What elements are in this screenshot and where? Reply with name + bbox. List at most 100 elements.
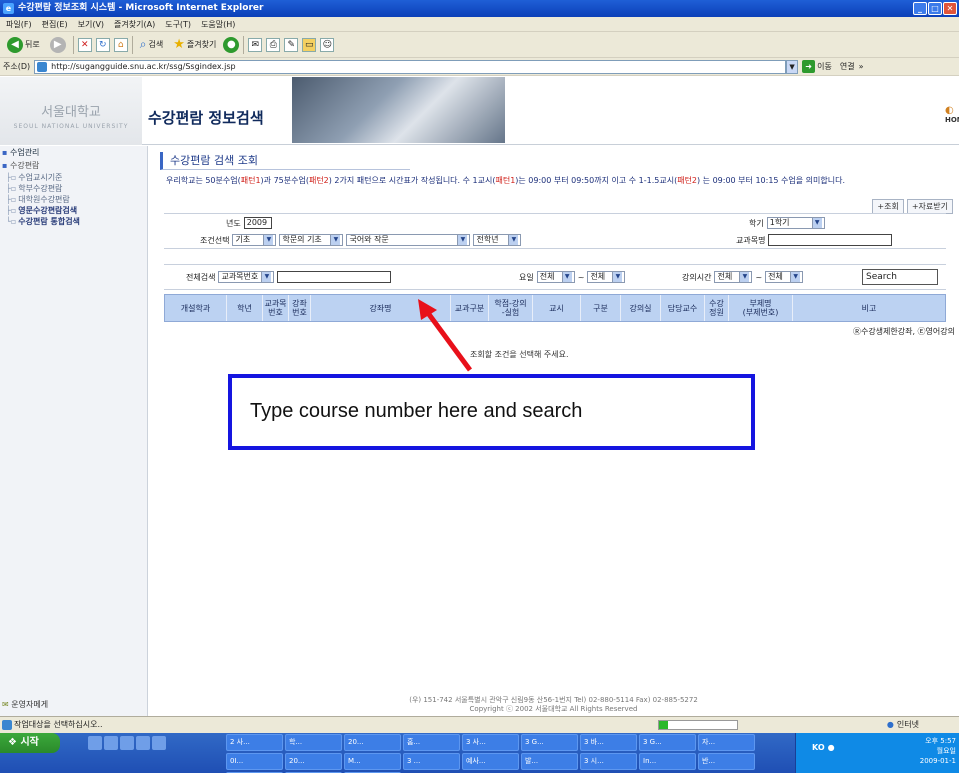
quicklaunch-icon[interactable] xyxy=(136,736,150,750)
sidebar-head-class-management[interactable]: ▪ 수업관리 xyxy=(0,146,147,159)
menu-help[interactable]: 도움말(H) xyxy=(201,17,235,31)
address-input[interactable]: http://sugangguide.snu.ac.kr/ssg/Ssginde… xyxy=(34,59,787,74)
condition-select-1[interactable]: 기초 ▼ xyxy=(232,234,277,246)
close-button[interactable]: ✕ xyxy=(943,2,957,15)
condition-label: 조건선택 xyxy=(200,235,230,245)
forward-button[interactable]: ▶ xyxy=(47,35,69,55)
taskbar-task-button[interactable]: 3 시... xyxy=(580,753,637,770)
taskbar-task-button[interactable]: 예사... xyxy=(462,753,519,770)
maximize-button[interactable]: □ xyxy=(928,2,942,15)
clock[interactable]: 오후 5:57 월요일 2009-01-1 xyxy=(920,736,956,766)
day-select-from[interactable]: 전체 ▼ xyxy=(536,271,575,283)
taskbar-task-button[interactable]: 발... xyxy=(521,753,578,770)
search-field-select[interactable]: 교과목번호 ▼ xyxy=(218,271,275,283)
query-button[interactable]: +조회 xyxy=(872,199,904,214)
quick-launch xyxy=(88,736,166,750)
chevron-right-icon[interactable]: » xyxy=(859,62,864,71)
address-dropdown-icon[interactable]: ▼ xyxy=(786,59,799,74)
progress-bar xyxy=(658,720,738,730)
stop-icon[interactable]: ✕ xyxy=(77,37,92,52)
day-row: 요일 전체 ▼ ~ 전체 ▼ xyxy=(519,271,626,283)
col-room: 강의실 xyxy=(621,295,661,321)
sidebar-item-grad-guide[interactable]: ├▫ 대학원수강편람 xyxy=(0,194,147,205)
print-icon[interactable]: ⎙ xyxy=(266,37,281,52)
quicklaunch-icon[interactable] xyxy=(152,736,166,750)
time-select-from[interactable]: 전체 ▼ xyxy=(714,271,753,283)
forward-arrow-icon: ▶ xyxy=(49,36,66,53)
condition-select-3[interactable]: 국어와 작문 ▼ xyxy=(346,234,471,246)
start-button[interactable]: ❖ 시작 xyxy=(0,733,60,753)
home-icon[interactable]: ⌂ xyxy=(113,37,128,52)
taskbar-task-button[interactable]: M... xyxy=(344,753,401,770)
folder-icon[interactable]: ▭ xyxy=(302,37,317,52)
time-select-to[interactable]: 전체 ▼ xyxy=(765,271,804,283)
footer: (우) 151-742 서울특별시 관악구 신림9동 산56-1번지 Tel) … xyxy=(409,696,698,713)
taskbar-task-button[interactable]: 3 ... xyxy=(403,753,460,770)
taskbar-task-button[interactable]: 3 사... xyxy=(462,734,519,751)
sidebar: ▪ 수업관리 ▪ 수강편람 ├▫ 수업교시기준 ├▫ 학부수강편람 ├▫ 대학원수강편… xyxy=(0,146,148,716)
course-name-input[interactable] xyxy=(768,234,893,246)
condition-select-4[interactable]: 전학년 ▼ xyxy=(473,234,522,246)
download-button[interactable]: +자료받기 xyxy=(906,199,953,214)
menu-edit[interactable]: 편집(E) xyxy=(42,17,68,31)
filter-form: 년도 2009 학기 1학기 ▼ 조건선택 기초 ▼ 학문의 기초 ▼ 국어와 작문 ▼… xyxy=(164,213,946,249)
chevron-down-icon: ▼ xyxy=(811,218,822,228)
menu-tools[interactable]: 도구(T) xyxy=(165,17,191,31)
sidebar-item-undergrad-guide[interactable]: ├▫ 학부수강편람 xyxy=(0,183,147,194)
sidebar-item-english-guide-search[interactable]: ├▫ 영문수강편람검색 xyxy=(0,205,147,216)
quicklaunch-icon[interactable] xyxy=(104,736,118,750)
messenger-icon[interactable]: ☺ xyxy=(320,37,335,52)
links-button[interactable]: 연결 xyxy=(840,61,855,72)
menu-favorites[interactable]: 즐겨찾기(A) xyxy=(114,17,155,31)
sidebar-head-course-guide[interactable]: ▪ 수강편람 xyxy=(0,159,147,172)
sidebar-item-period-standard[interactable]: ├▫ 수업교시기준 xyxy=(0,172,147,183)
quicklaunch-icon[interactable] xyxy=(88,736,102,750)
toolbar-separator xyxy=(131,35,133,54)
taskbar-task-button[interactable]: 2 사... xyxy=(226,734,283,751)
taskbar-task-button[interactable]: 학... xyxy=(285,734,342,751)
edit-icon[interactable]: ✎ xyxy=(284,37,299,52)
admin-message-link[interactable]: ✉ 운영자메게 xyxy=(2,699,48,710)
back-button[interactable]: ◀ 뒤로 xyxy=(4,35,43,55)
day-select-to[interactable]: 전체 ▼ xyxy=(587,271,626,283)
home-link[interactable]: ◐ HOM xyxy=(945,105,959,124)
search-button[interactable]: Search xyxy=(862,269,938,285)
taskbar-task-button[interactable]: 3 G... xyxy=(639,734,696,751)
search-button[interactable]: ⌕ 검색 xyxy=(137,35,166,55)
search-input[interactable] xyxy=(277,271,392,283)
favorites-button[interactable]: ★ 즐겨찾기 xyxy=(170,35,219,55)
taskbar-task-button[interactable]: 반... xyxy=(698,753,755,770)
menu-file[interactable]: 파일(F) xyxy=(6,17,32,31)
result-table-header: 개설학과 학년 교과목 번호 강좌 번호 강좌명 교과구분 학점-강의 -실험 … xyxy=(164,294,946,322)
minimize-button[interactable]: _ xyxy=(913,2,927,15)
media-icon[interactable]: ● xyxy=(223,36,240,53)
mail-icon[interactable]: ✉ xyxy=(248,37,263,52)
col-course-name: 강좌명 xyxy=(311,295,451,321)
empty-message: 조회할 조건을 선택해 주세요. xyxy=(470,350,569,359)
quicklaunch-icon[interactable] xyxy=(120,736,134,750)
notice-text: 우리학교는 50분수업(패턴1)과 75분수업(패턴2) 2가지 패턴으로 시간… xyxy=(166,176,846,185)
language-bar[interactable]: KO ● xyxy=(812,743,835,752)
taskbar-task-button[interactable]: 3 바... xyxy=(580,734,637,751)
taskbar-task-button[interactable]: 20... xyxy=(344,734,401,751)
menu-bar: 파일(F) 편집(E) 보기(V) 즐겨찾기(A) 도구(T) 도움말(H) xyxy=(0,17,959,32)
sidebar-item-integrated-search[interactable]: └▫ 수강편람 통합검색 xyxy=(0,216,147,227)
toolbar-separator xyxy=(72,35,74,54)
col-department: 개설학과 xyxy=(165,295,227,321)
taskbar-task-button[interactable]: 0I... xyxy=(226,753,283,770)
university-logo[interactable]: 서울대학교 SEOUL NATIONAL UNIVERSITY xyxy=(0,77,142,145)
taskbar-task-button[interactable]: 20... xyxy=(285,753,342,770)
semester-select[interactable]: 1학기 ▼ xyxy=(766,217,825,229)
address-bar: 주소(D) http://sugangguide.snu.ac.kr/ssg/S… xyxy=(0,58,959,76)
taskbar-task-button[interactable]: In... xyxy=(639,753,696,770)
menu-view[interactable]: 보기(V) xyxy=(78,17,104,31)
taskbar-task-button[interactable]: 자... xyxy=(698,734,755,751)
address-label: 주소(D) xyxy=(3,62,31,71)
refresh-icon[interactable]: ↻ xyxy=(95,37,110,52)
taskbar-task-button[interactable]: 홈... xyxy=(403,734,460,751)
go-button[interactable]: ➜ 이동 xyxy=(802,60,832,73)
year-input[interactable]: 2009 xyxy=(243,217,272,229)
star-icon: ★ xyxy=(173,37,185,52)
condition-select-2[interactable]: 학문의 기초 ▼ xyxy=(279,234,344,246)
taskbar-task-button[interactable]: 3 G... xyxy=(521,734,578,751)
